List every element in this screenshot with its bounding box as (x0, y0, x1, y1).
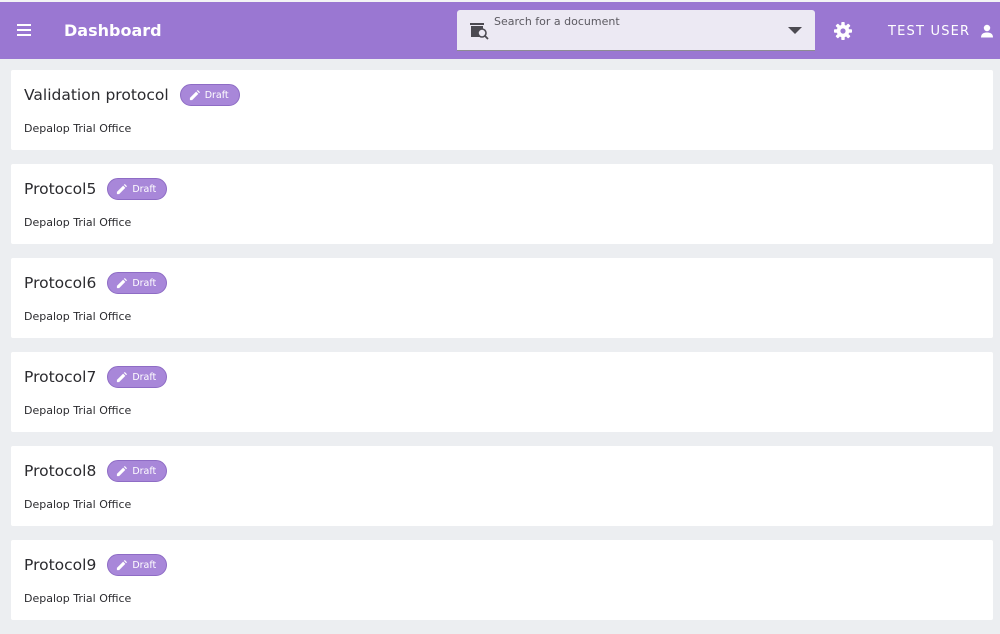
document-title: Protocol5 (24, 180, 97, 198)
document-card[interactable]: Protocol5 Draft Depalop Trial Office (11, 164, 993, 244)
user-name: TEST USER (888, 23, 971, 39)
document-title: Protocol6 (24, 274, 97, 292)
document-card[interactable]: Protocol9 Draft Depalop Trial Office (11, 540, 993, 620)
status-badge: Draft (107, 554, 168, 576)
hamburger-menu-icon[interactable] (15, 20, 35, 40)
document-office: Depalop Trial Office (24, 404, 132, 417)
search-label: Search for a document (494, 15, 620, 28)
pencil-icon (117, 277, 128, 288)
document-title: Validation protocol (24, 86, 169, 104)
chevron-down-icon[interactable] (788, 27, 802, 34)
document-office: Depalop Trial Office (24, 498, 132, 511)
document-search-icon (470, 23, 489, 40)
status-badge: Draft (107, 178, 168, 200)
document-office: Depalop Trial Office (24, 216, 132, 229)
document-title: Protocol7 (24, 368, 97, 386)
person-icon (981, 24, 994, 38)
status-label: Draft (132, 465, 157, 477)
pencil-icon (189, 89, 200, 100)
document-card[interactable]: Validation protocol Draft Depalop Trial … (11, 70, 993, 150)
document-office: Depalop Trial Office (24, 310, 132, 323)
document-title: Protocol9 (24, 556, 97, 574)
status-label: Draft (132, 183, 157, 195)
document-office: Depalop Trial Office (24, 592, 132, 605)
user-menu-button[interactable]: TEST USER (884, 16, 998, 46)
status-label: Draft (132, 559, 157, 571)
document-search-field[interactable]: Search for a document (457, 10, 815, 51)
page-title: Dashboard (64, 21, 162, 40)
pencil-icon (117, 183, 128, 194)
pencil-icon (117, 465, 128, 476)
status-badge: Draft (107, 272, 168, 294)
pencil-icon (117, 371, 128, 382)
gear-icon[interactable] (833, 21, 853, 41)
document-card[interactable]: Protocol6 Draft Depalop Trial Office (11, 258, 993, 338)
status-badge: Draft (179, 84, 240, 106)
document-office: Depalop Trial Office (24, 122, 132, 135)
status-badge: Draft (107, 366, 168, 388)
search-input[interactable] (494, 29, 774, 47)
status-badge: Draft (107, 460, 168, 482)
status-label: Draft (132, 371, 157, 383)
document-card[interactable]: Protocol7 Draft Depalop Trial Office (11, 352, 993, 432)
status-label: Draft (132, 277, 157, 289)
status-label: Draft (204, 89, 229, 101)
pencil-icon (117, 559, 128, 570)
document-card[interactable]: Protocol8 Draft Depalop Trial Office (11, 446, 993, 526)
document-title: Protocol8 (24, 462, 97, 480)
app-bar: Dashboard Search for a document TEST USE… (0, 2, 1000, 59)
document-list: Validation protocol Draft Depalop Trial … (11, 70, 993, 634)
